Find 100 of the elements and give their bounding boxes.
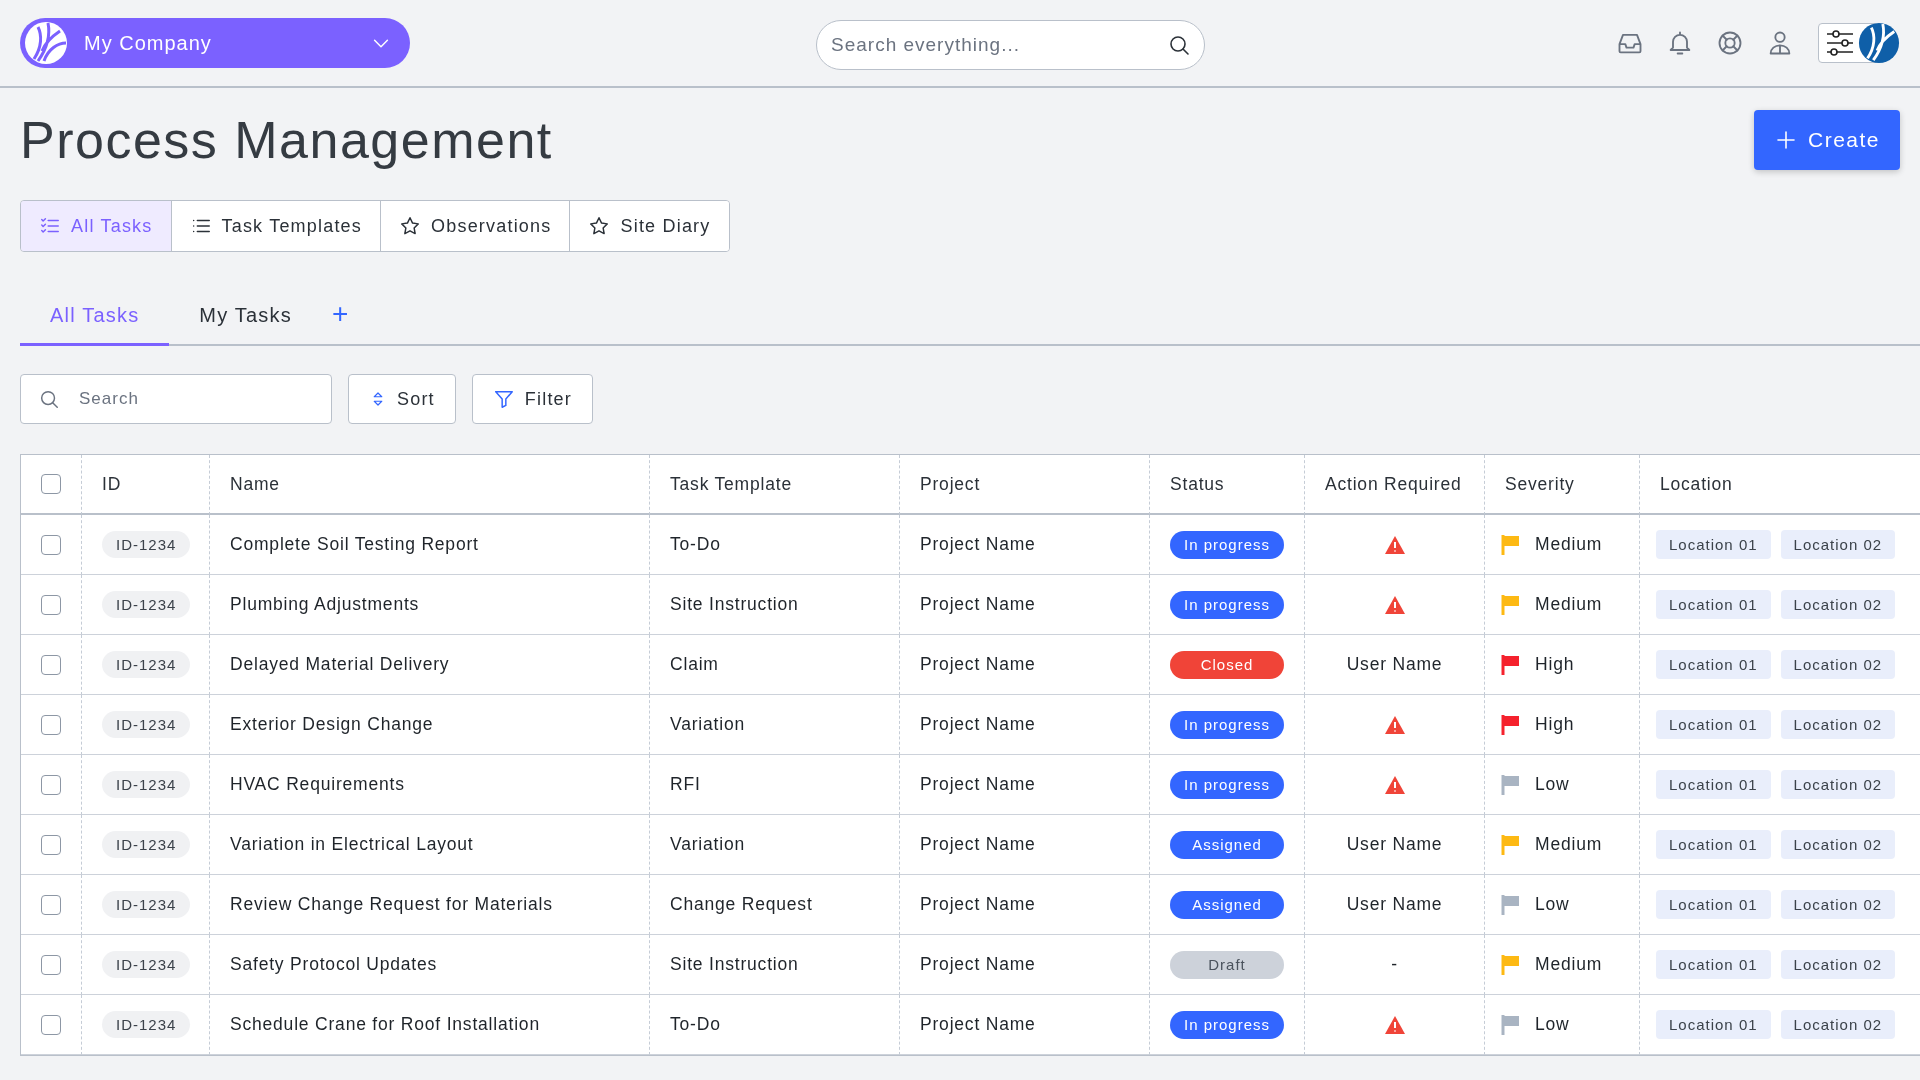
table-cell: Project Name bbox=[920, 954, 1036, 975]
table-cell: Project Name bbox=[920, 714, 1036, 735]
table-cell: User Name bbox=[1346, 654, 1443, 675]
star-icon bbox=[399, 215, 422, 237]
column-header: Task Template bbox=[670, 473, 792, 495]
tab[interactable]: My Tasks bbox=[169, 304, 322, 346]
table-cell: Project Name bbox=[920, 834, 1036, 855]
search-field[interactable]: Search bbox=[20, 374, 332, 424]
severity-label: Medium bbox=[1535, 954, 1603, 975]
column-header: ID bbox=[102, 473, 122, 495]
status-pill: In progress bbox=[1170, 530, 1284, 559]
tab[interactable]: All Tasks bbox=[20, 304, 170, 346]
search-field[interactable]: Search everything... bbox=[816, 20, 1205, 70]
severity-label: Medium bbox=[1535, 534, 1603, 555]
table-cell: Exterior Design Change bbox=[230, 714, 434, 735]
severity-label: Low bbox=[1535, 894, 1570, 915]
search-icon bbox=[1167, 33, 1191, 57]
column-header: Project bbox=[920, 473, 981, 495]
checkbox[interactable] bbox=[41, 594, 61, 615]
table-cell: Project Name bbox=[920, 1014, 1036, 1035]
checkbox[interactable] bbox=[41, 654, 61, 675]
location-tag: Location 02 bbox=[1780, 830, 1896, 859]
id-tag: ID-1234 bbox=[102, 711, 191, 738]
checkbox[interactable] bbox=[41, 954, 61, 975]
table-cell: Change Request bbox=[670, 894, 813, 915]
add-tab-button[interactable]: + bbox=[321, 298, 359, 344]
checkbox[interactable] bbox=[41, 834, 61, 855]
checkbox[interactable] bbox=[41, 474, 61, 494]
table-cell: HVAC Requirements bbox=[230, 774, 405, 795]
table-cell: Site Instruction bbox=[670, 954, 799, 975]
checkbox[interactable] bbox=[41, 534, 61, 555]
table-cell: Variation bbox=[670, 834, 745, 855]
status-pill: In progress bbox=[1170, 590, 1284, 619]
view-tab[interactable]: Task Templates bbox=[171, 201, 382, 251]
location-tag: Location 02 bbox=[1780, 950, 1896, 979]
table-cell: Project Name bbox=[920, 774, 1036, 795]
column-header: Location bbox=[1660, 473, 1733, 495]
location-tag: Location 01 bbox=[1656, 950, 1771, 979]
view-tab[interactable]: Observations bbox=[381, 201, 571, 251]
location-tag: Location 01 bbox=[1656, 590, 1771, 619]
sliders-icon bbox=[1825, 29, 1855, 57]
table-cell: Plumbing Adjustments bbox=[230, 594, 420, 615]
severity-label: Medium bbox=[1535, 834, 1603, 855]
view-tab[interactable]: Site Diary bbox=[570, 201, 729, 251]
table-cell: Project Name bbox=[920, 894, 1036, 915]
table-cell: To-Do bbox=[670, 534, 721, 555]
table-cell: Review Change Request for Materials bbox=[230, 894, 553, 915]
checkbox[interactable] bbox=[41, 714, 61, 735]
checkbox[interactable] bbox=[41, 774, 61, 795]
table-cell: Project Name bbox=[920, 534, 1036, 555]
table-cell: User Name bbox=[1346, 894, 1443, 915]
location-tag: Location 01 bbox=[1656, 710, 1771, 739]
warning-icon bbox=[1383, 534, 1406, 555]
location-tag: Location 02 bbox=[1780, 710, 1896, 739]
column-header: Name bbox=[230, 473, 280, 495]
location-tag: Location 02 bbox=[1780, 1010, 1896, 1039]
table-cell: Variation in Electrical Layout bbox=[230, 834, 474, 855]
id-tag: ID-1234 bbox=[102, 891, 191, 918]
table-cell: Delayed Material Delivery bbox=[230, 654, 450, 675]
filter-button[interactable]: Filter bbox=[471, 374, 593, 424]
table-cell: RFI bbox=[670, 774, 701, 795]
support-icon bbox=[1716, 29, 1744, 57]
warning-icon bbox=[1383, 594, 1406, 615]
location-tag: Location 01 bbox=[1656, 770, 1771, 799]
location-tag: Location 02 bbox=[1780, 530, 1896, 559]
table-cell: Site Instruction bbox=[670, 594, 799, 615]
id-tag: ID-1234 bbox=[102, 591, 191, 618]
table-cell: Schedule Crane for Roof Installation bbox=[230, 1014, 540, 1035]
location-tag: Location 02 bbox=[1780, 650, 1896, 679]
column-header: Status bbox=[1170, 473, 1225, 495]
location-tag: Location 02 bbox=[1780, 590, 1896, 619]
severity-label: High bbox=[1535, 714, 1575, 735]
severity-label: Low bbox=[1535, 1014, 1570, 1035]
checkbox[interactable] bbox=[41, 894, 61, 915]
status-pill: Assigned bbox=[1170, 830, 1284, 859]
id-tag: ID-1234 bbox=[102, 771, 191, 798]
star-icon bbox=[588, 215, 611, 237]
id-tag: ID-1234 bbox=[102, 651, 191, 678]
table-cell: Safety Protocol Updates bbox=[230, 954, 438, 975]
id-tag: ID-1234 bbox=[102, 1011, 191, 1038]
table-cell: Project Name bbox=[920, 594, 1036, 615]
create-button[interactable]: Create bbox=[1753, 110, 1900, 170]
id-tag: ID-1234 bbox=[102, 531, 191, 558]
warning-icon bbox=[1383, 714, 1406, 735]
table-cell: To-Do bbox=[670, 1014, 721, 1035]
view-tab[interactable]: All Tasks bbox=[21, 201, 172, 251]
location-tag: Location 01 bbox=[1656, 830, 1771, 859]
status-pill: Assigned bbox=[1170, 890, 1284, 919]
checkbox[interactable] bbox=[41, 1014, 61, 1035]
table-cell: Variation bbox=[670, 714, 745, 735]
sort-button[interactable]: Sort bbox=[348, 374, 456, 424]
company-selector[interactable]: My Company bbox=[20, 18, 410, 68]
warning-icon bbox=[1383, 774, 1406, 795]
logo-icon bbox=[24, 21, 68, 65]
severity-label: High bbox=[1535, 654, 1575, 675]
column-header: Action Required bbox=[1325, 473, 1462, 495]
search-icon bbox=[38, 388, 60, 410]
table-cell: - bbox=[1391, 954, 1398, 975]
location-tag: Location 01 bbox=[1656, 890, 1771, 919]
severity-label: Low bbox=[1535, 774, 1570, 795]
